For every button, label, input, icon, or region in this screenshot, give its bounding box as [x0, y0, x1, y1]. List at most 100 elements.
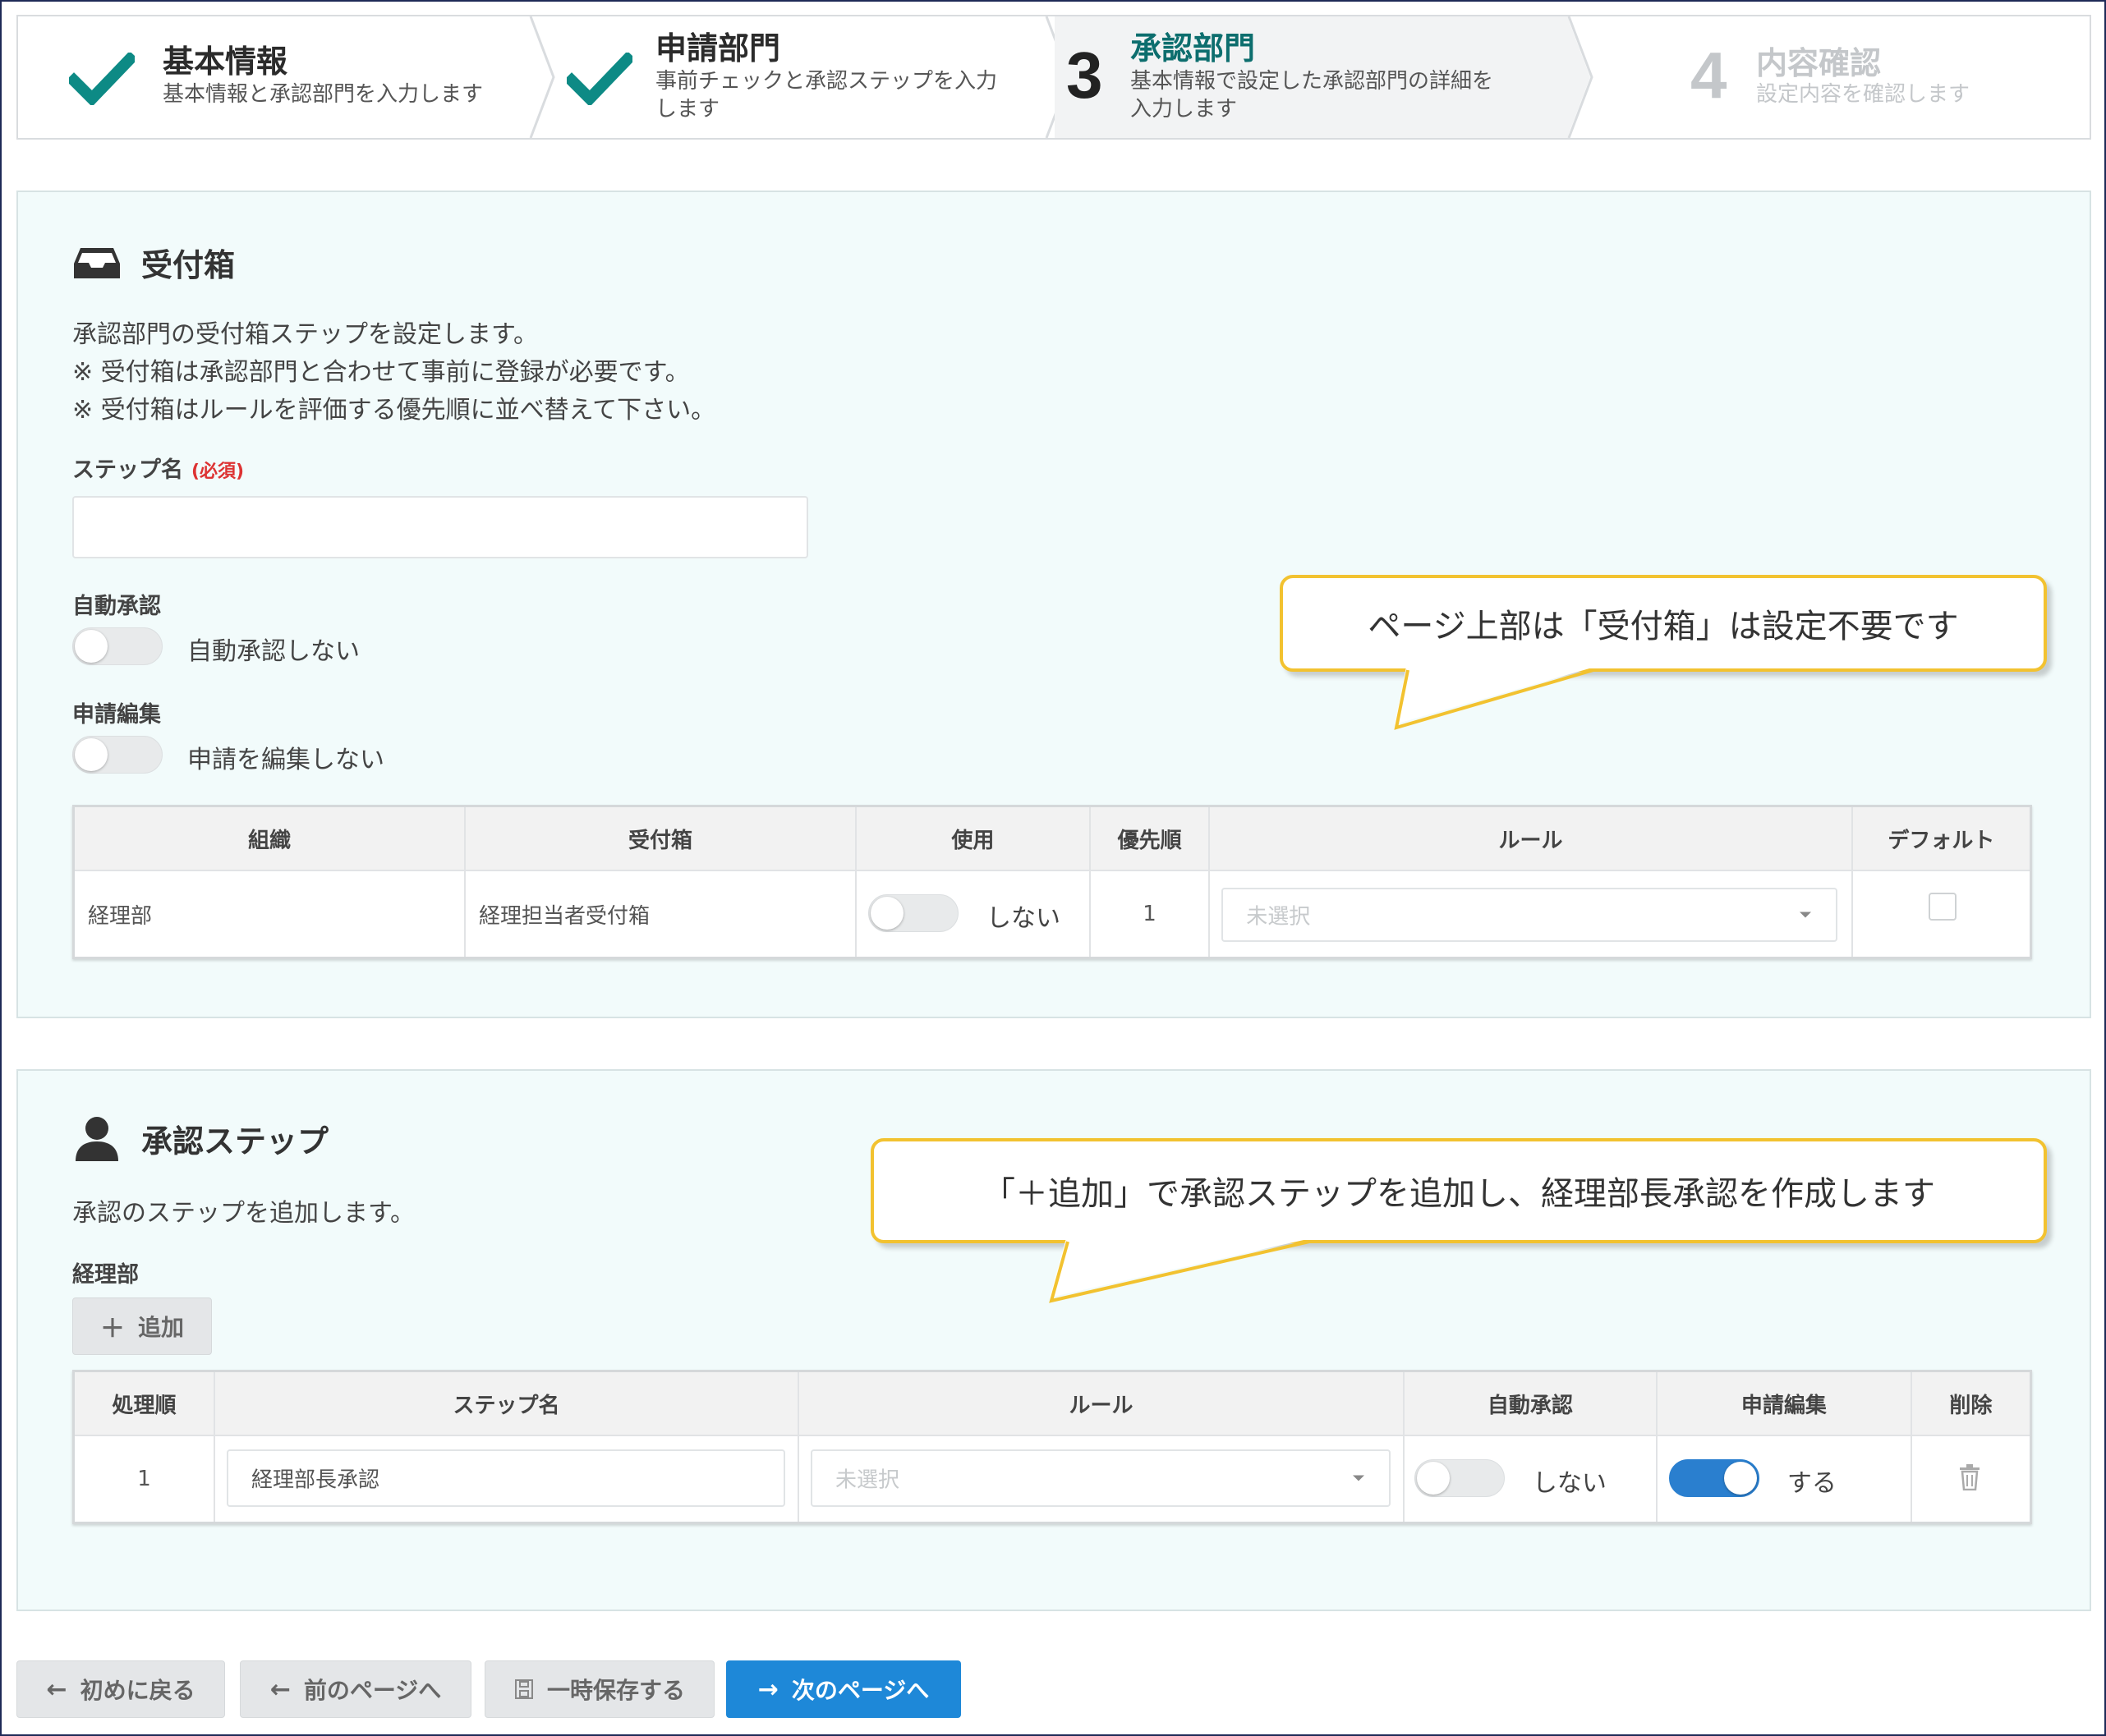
auto-approve-toggle[interactable] — [72, 627, 163, 665]
step-name-label-text: ステップ名 — [72, 457, 183, 483]
step-name-label: ステップ名 (必須) — [72, 452, 244, 484]
auto-approve-cell: しない — [1403, 1435, 1658, 1523]
step-3-title: 承認部門 — [1130, 30, 1256, 67]
trash-icon[interactable] — [1958, 1464, 1981, 1490]
approval-step-table: 処理順 ステップ名 ルール 自動承認 申請編集 削除 1 経理部長承認 未選択 … — [72, 1370, 2032, 1524]
inbox-cell: 経理担当者受付箱 — [465, 870, 858, 958]
use-cell: しない — [856, 870, 1091, 958]
arrow-left-icon: ← — [46, 1674, 67, 1704]
edit-application-toggle[interactable] — [72, 736, 163, 774]
step-2-desc-line2: します — [655, 97, 720, 122]
edit-application-label: 申請編集 — [72, 702, 161, 728]
col-rule: ルール — [1209, 806, 1853, 871]
inbox-section-title: 受付箱 — [72, 240, 235, 285]
step-divider — [1567, 16, 1593, 138]
step-3-number: 3 — [1066, 39, 1103, 112]
chevron-down-icon — [1353, 1475, 1365, 1481]
col-auto-approve: 自動承認 — [1403, 1371, 1658, 1436]
inbox-icon — [74, 247, 120, 278]
approval-section-title: 承認ステップ — [72, 1115, 329, 1161]
step-4-title: 内容確認 — [1756, 45, 1882, 81]
group-label: 経理部 — [72, 1262, 139, 1288]
step-1[interactable]: 基本情報 基本情報と承認部門を入力します — [18, 16, 536, 138]
next-page-button[interactable]: → 次のページへ — [726, 1660, 961, 1718]
col-inbox: 受付箱 — [465, 806, 858, 871]
inbox-title: 受付箱 — [141, 247, 236, 283]
arrow-right-icon: → — [757, 1674, 779, 1704]
callout-pointer — [1394, 667, 1595, 730]
plus-icon: ＋ — [99, 1315, 125, 1343]
edit-application-cell: する — [1656, 1435, 1912, 1523]
callout-inbox-note-text: ページ上部は「受付箱」は設定不要です — [1368, 608, 1959, 645]
rule-select-placeholder: 未選択 — [1246, 904, 1311, 930]
rule-select[interactable]: 未選択 — [811, 1449, 1391, 1507]
step-2[interactable]: 申請部門 事前チェックと承認ステップを入力 します — [554, 16, 1046, 138]
step-name-value: 経理部長承認 — [251, 1467, 379, 1493]
edit-application-toggle-label: 申請を編集しない — [187, 746, 384, 774]
edit-application-toggle[interactable] — [1668, 1459, 1759, 1497]
use-toggle-label: しない — [986, 904, 1061, 933]
col-step-name: ステップ名 — [214, 1371, 800, 1436]
toggle-knob — [871, 897, 904, 930]
inbox-table-header: 組織 受付箱 使用 優先順 ルール デフォルト — [73, 806, 2031, 871]
rule-select-placeholder: 未選択 — [835, 1467, 900, 1493]
prev-page-label: 前のページへ — [303, 1677, 442, 1704]
col-default: デフォルト — [1851, 806, 2031, 871]
default-checkbox[interactable] — [1928, 893, 1957, 921]
check-icon — [69, 53, 135, 105]
save-icon — [514, 1679, 533, 1699]
step-4-number: 4 — [1690, 39, 1727, 112]
step-1-desc: 基本情報と承認部門を入力します — [163, 82, 484, 107]
toggle-knob — [1723, 1462, 1757, 1495]
back-to-start-button[interactable]: ← 初めに戻る — [16, 1660, 225, 1718]
step-3-desc-line1: 基本情報で設定した承認部門の詳細を — [1130, 69, 1494, 94]
prev-page-button[interactable]: ← 前のページへ — [240, 1660, 471, 1718]
step-3-desc-line2: 入力します — [1130, 97, 1238, 122]
add-step-button[interactable]: ＋ 追加 — [72, 1297, 212, 1355]
step-4[interactable]: 4 内容確認 設定内容を確認します — [1600, 16, 2090, 138]
inbox-desc-line: ※ 受付箱はルールを評価する優先順に並べ替えて下さい。 — [72, 396, 716, 425]
step-name-field[interactable]: 経理部長承認 — [226, 1449, 785, 1507]
col-order: 処理順 — [73, 1371, 215, 1436]
toggle-knob — [75, 738, 108, 771]
col-organization: 組織 — [73, 806, 467, 871]
check-icon — [567, 53, 632, 105]
callout-add-step-note-text: 「＋追加」で承認ステップを追加し、経理部長承認を作成します — [982, 1175, 1935, 1213]
org-cell: 経理部 — [73, 870, 467, 958]
toggle-knob — [1416, 1462, 1450, 1495]
rule-cell: 未選択 — [1209, 870, 1853, 958]
inbox-desc-line: 承認部門の受付箱ステップを設定します。 — [72, 320, 538, 349]
priority-cell: 1 — [1089, 870, 1211, 958]
auto-approve-toggle-label: 自動承認しない — [187, 637, 360, 666]
step-4-desc: 設定内容を確認します — [1756, 82, 1970, 107]
rule-cell: 未選択 — [798, 1435, 1405, 1523]
use-toggle[interactable] — [868, 894, 959, 932]
auto-approve-toggle[interactable] — [1414, 1459, 1505, 1497]
table-row: 1 経理部長承認 未選択 しない する — [73, 1435, 2031, 1523]
step-3[interactable]: 3 承認部門 基本情報で設定した承認部門の詳細を 入力します — [1055, 16, 1569, 138]
col-priority: 優先順 — [1089, 806, 1211, 871]
step-2-desc-line1: 事前チェックと承認ステップを入力 — [655, 69, 998, 94]
app-frame: 基本情報 基本情報と承認部門を入力します 申請部門 事前チェックと承認ステップを… — [0, 0, 2106, 1736]
default-cell — [1852, 870, 2031, 958]
step-2-title: 申請部門 — [655, 30, 781, 67]
save-temp-button[interactable]: 一時保存する — [485, 1660, 715, 1718]
rule-select[interactable]: 未選択 — [1221, 888, 1838, 942]
arrow-left-icon: ← — [269, 1674, 291, 1704]
col-use: 使用 — [856, 806, 1091, 871]
col-delete: 削除 — [1911, 1371, 2031, 1436]
delete-cell — [1911, 1435, 2031, 1523]
col-rule: ルール — [798, 1371, 1405, 1436]
order-cell: 1 — [73, 1435, 215, 1523]
callout-inbox-note: ページ上部は「受付箱」は設定不要です — [1280, 575, 2047, 672]
step-1-title: 基本情報 — [163, 44, 288, 80]
approval-desc: 承認のステップを追加します。 — [72, 1199, 415, 1228]
step-name-input[interactable] — [72, 496, 808, 558]
col-edit-application: 申請編集 — [1656, 1371, 1912, 1436]
callout-pointer — [1049, 1238, 1311, 1303]
save-temp-label: 一時保存する — [546, 1677, 685, 1704]
auto-approve-toggle-label: しない — [1532, 1469, 1607, 1498]
callout-add-step-note: 「＋追加」で承認ステップを追加し、経理部長承認を作成します — [871, 1138, 2047, 1243]
chevron-down-icon — [1800, 912, 1812, 918]
toggle-knob — [75, 630, 108, 663]
